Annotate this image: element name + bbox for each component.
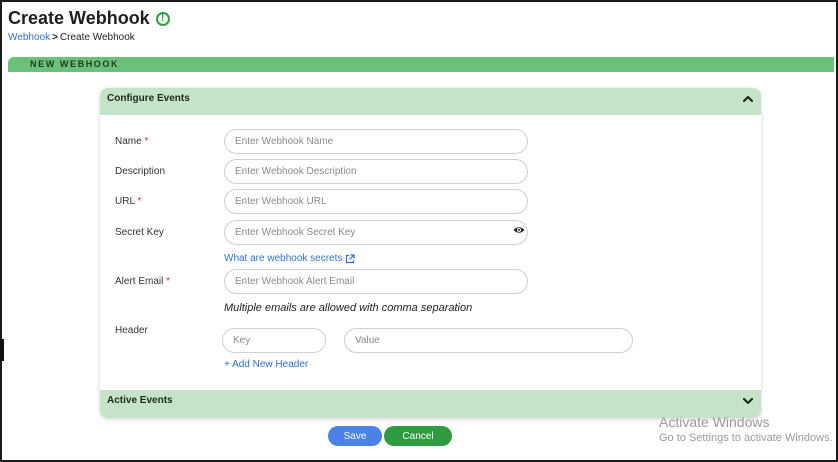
email-hint: Multiple emails are allowed with comma s… [224,302,473,314]
save-button[interactable]: Save [328,426,382,446]
webhook-name-input[interactable] [224,129,528,154]
required-marker: * [144,136,149,147]
configure-events-title: Configure Events [107,93,190,104]
eye-icon[interactable] [513,226,525,234]
webhook-form-card: Configure Events Name * Description URL … [100,88,761,418]
section-header: NEW WEBHOOK [8,57,834,72]
add-new-header-link[interactable]: + Add New Header [224,359,308,370]
page-title-text: Create Webhook [8,8,150,28]
webhook-secrets-help-link[interactable]: What are webhook secrets [224,253,355,264]
description-label: Description [115,166,166,177]
edge-marker [0,339,4,361]
secret-key-label: Secret Key [115,227,164,238]
required-marker: * [137,196,142,207]
breadcrumb-current: Create Webhook [59,32,135,43]
watermark-subtitle: Go to Settings to activate Windows. [659,432,833,444]
header-key-input[interactable] [222,328,326,353]
breadcrumb-separator: > [52,32,58,43]
webhook-description-input[interactable] [224,159,528,184]
external-link-icon [346,253,355,263]
section-title: NEW WEBHOOK [30,59,120,69]
page-title: Create Webhook ! [8,8,170,29]
breadcrumb-webhook-link[interactable]: Webhook [8,32,50,43]
required-marker: * [166,276,171,287]
breadcrumb: Webhook > Create Webhook [8,32,135,43]
activate-windows-watermark: Activate Windows Go to Settings to activ… [659,414,833,444]
alert-email-label: Alert Email * [115,276,171,287]
alert-email-input[interactable] [224,269,528,294]
header-label: Header [115,325,148,336]
chevron-down-icon[interactable] [743,396,753,406]
active-events-title: Active Events [107,395,173,406]
url-label: URL * [115,196,142,207]
configure-events-header[interactable]: Configure Events [100,88,761,115]
cancel-button[interactable]: Cancel [384,426,452,446]
header-value-input[interactable] [344,328,633,353]
webhook-url-input[interactable] [224,189,528,214]
name-label: Name * [115,136,149,147]
chevron-up-icon[interactable] [743,94,753,104]
info-icon[interactable]: ! [155,11,170,26]
watermark-title: Activate Windows [659,414,770,430]
webhook-secret-key-input[interactable] [224,220,528,245]
